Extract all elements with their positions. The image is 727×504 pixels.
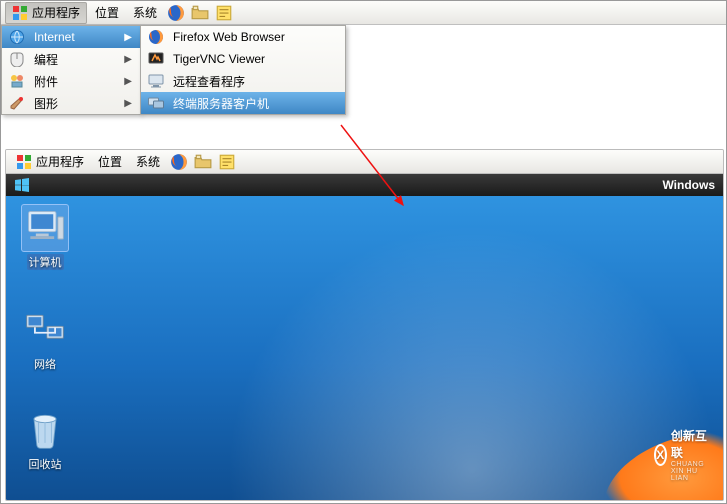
- globe-icon: [9, 29, 25, 45]
- applications-label: 应用程序: [32, 4, 80, 21]
- system-label: 系统: [133, 4, 157, 21]
- inner-top-panel: 应用程序 位置 系统: [6, 150, 723, 174]
- tigervnc-icon: [148, 51, 164, 67]
- desktop-icon-network[interactable]: 网络: [14, 306, 76, 372]
- firefox-icon: [148, 29, 164, 45]
- monitor-icon: [148, 73, 164, 89]
- notepad-icon: [215, 4, 233, 22]
- submenu-item-remote-viewer[interactable]: 远程查看程序: [141, 70, 345, 92]
- mouse-icon: [9, 51, 25, 67]
- menu-item-graphics[interactable]: 图形 ▶: [2, 92, 140, 114]
- media-icon: [9, 73, 25, 89]
- watermark-logo-icon: X: [654, 444, 667, 466]
- window-title: Windows: [662, 178, 715, 192]
- submenu-item-label: 远程查看程序: [173, 73, 245, 90]
- windows-logo-icon: [14, 177, 30, 193]
- window-titlebar[interactable]: Windows: [6, 174, 723, 196]
- apps-icon: [12, 5, 28, 21]
- places-label: 位置: [98, 153, 122, 170]
- submenu-arrow-icon: ▶: [124, 32, 132, 43]
- submenu-arrow-icon: ▶: [124, 54, 132, 65]
- computer-icon: [23, 206, 67, 250]
- notepad-launcher[interactable]: [213, 2, 235, 24]
- applications-label: 应用程序: [36, 153, 84, 170]
- inner-file-manager-launcher[interactable]: [192, 151, 214, 173]
- inner-firefox-launcher[interactable]: [168, 151, 190, 173]
- places-label: 位置: [95, 4, 119, 21]
- menu-item-programming[interactable]: 编程 ▶: [2, 48, 140, 70]
- system-label: 系统: [136, 153, 160, 170]
- submenu-item-label: Firefox Web Browser: [173, 30, 285, 44]
- desktop-icon-label: 网络: [32, 356, 58, 372]
- watermark-text: 创新互联: [671, 429, 707, 460]
- terminal-server-icon: [148, 95, 164, 111]
- firefox-icon: [167, 4, 185, 22]
- windows-desktop[interactable]: 计算机 网络 回收站 X 创新互联 CHUANG XIN HU LIAN: [6, 196, 723, 500]
- submenu-arrow-icon: ▶: [124, 76, 132, 87]
- menu-item-label: Internet: [34, 30, 75, 44]
- notepad-icon: [218, 153, 236, 171]
- internet-submenu: Firefox Web Browser TigerVNC Viewer 远程查看…: [140, 25, 346, 115]
- file-manager-launcher[interactable]: [189, 2, 211, 24]
- desktop-icon-label: 计算机: [27, 254, 64, 270]
- desktop-icon-label: 回收站: [27, 456, 64, 472]
- menu-item-label: 图形: [34, 95, 58, 112]
- menu-item-internet[interactable]: Internet ▶: [2, 26, 140, 48]
- apps-icon: [16, 154, 32, 170]
- menu-item-label: 编程: [34, 51, 58, 68]
- remote-desktop-window: 应用程序 位置 系统 Windows 计算机 网络 回收站: [5, 149, 724, 501]
- file-manager-icon: [194, 153, 212, 171]
- submenu-item-label: 终端服务器客户机: [173, 95, 269, 112]
- submenu-item-terminal-server-client[interactable]: 终端服务器客户机: [141, 92, 345, 114]
- firefox-launcher[interactable]: [165, 2, 187, 24]
- applications-menu-button[interactable]: 应用程序: [5, 2, 87, 24]
- menu-item-accessories[interactable]: 附件 ▶: [2, 70, 140, 92]
- firefox-icon: [170, 153, 188, 171]
- inner-applications-menu-button[interactable]: 应用程序: [10, 151, 90, 173]
- desktop-icon-recycle-bin[interactable]: 回收站: [14, 406, 76, 472]
- submenu-arrow-icon: ▶: [124, 98, 132, 109]
- submenu-item-label: TigerVNC Viewer: [173, 52, 265, 66]
- submenu-item-firefox[interactable]: Firefox Web Browser: [141, 26, 345, 48]
- brush-icon: [9, 95, 25, 111]
- inner-notepad-launcher[interactable]: [216, 151, 238, 173]
- recycle-bin-icon: [23, 408, 67, 452]
- file-manager-icon: [191, 4, 209, 22]
- system-menu-button[interactable]: 系统: [127, 2, 163, 24]
- inner-places-menu-button[interactable]: 位置: [92, 151, 128, 173]
- desktop-icon-computer[interactable]: 计算机: [14, 204, 76, 270]
- inner-system-menu-button[interactable]: 系统: [130, 151, 166, 173]
- submenu-item-tigervnc[interactable]: TigerVNC Viewer: [141, 48, 345, 70]
- top-panel: 应用程序 位置 系统: [1, 1, 726, 25]
- menu-item-label: 附件: [34, 73, 58, 90]
- applications-menu: Internet ▶ 编程 ▶ 附件 ▶ 图形 ▶: [1, 25, 141, 115]
- watermark-subtext: CHUANG XIN HU LIAN: [671, 461, 713, 482]
- places-menu-button[interactable]: 位置: [89, 2, 125, 24]
- network-icon: [23, 308, 67, 352]
